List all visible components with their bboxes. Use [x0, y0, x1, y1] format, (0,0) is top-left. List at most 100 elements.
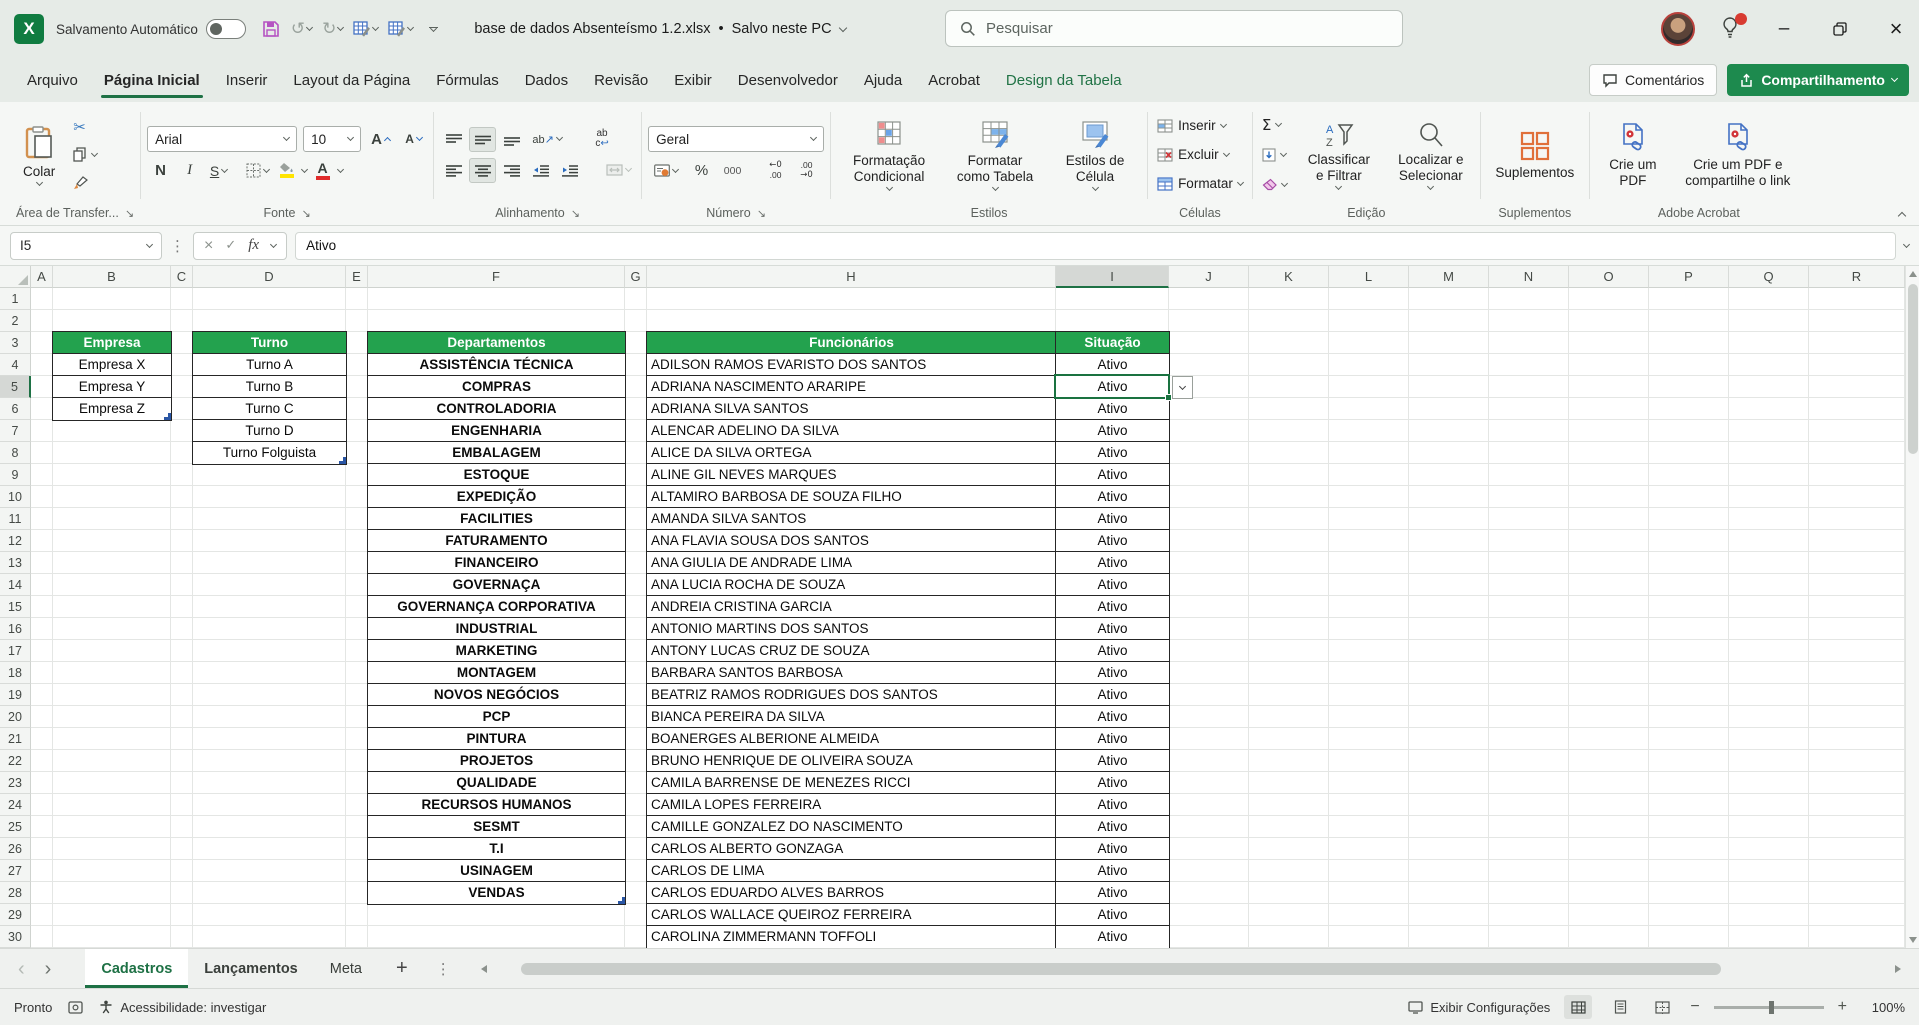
cell-dropdown-button[interactable]: [1172, 376, 1193, 399]
table-situacao-cell[interactable]: Ativo: [1056, 661, 1169, 683]
column-header-p[interactable]: P: [1649, 266, 1729, 288]
table-empresa-cell[interactable]: Empresa Z: [53, 397, 171, 419]
row-header-13[interactable]: 13: [0, 552, 31, 574]
table-departamentos-cell[interactable]: EMBALAGEM: [368, 441, 625, 463]
format-painter-button[interactable]: [70, 170, 100, 195]
row-header-29[interactable]: 29: [0, 904, 31, 926]
custom-table-tool-2-button[interactable]: [385, 14, 416, 44]
number-dialog-launcher[interactable]: ↘: [757, 207, 766, 220]
table-situacao-header[interactable]: Situação: [1056, 332, 1169, 353]
table-resize-handle[interactable]: [339, 457, 346, 464]
row-header-28[interactable]: 28: [0, 882, 31, 904]
sheet-options-button[interactable]: ⋮: [426, 960, 461, 978]
table-funcionarios-cell[interactable]: ANA LUCIA ROCHA DE SOUZA: [647, 573, 1056, 595]
table-funcionarios-cell[interactable]: CAMILA BARRENSE DE MENEZES RICCI: [647, 771, 1056, 793]
cell-styles-button[interactable]: Estilos de Célula: [1049, 117, 1141, 191]
expand-formula-bar-button[interactable]: [1903, 240, 1910, 247]
page-break-view-button[interactable]: [1648, 995, 1676, 1019]
column-header-e[interactable]: E: [346, 266, 368, 288]
format-cells-button[interactable]: Formatar: [1154, 171, 1246, 196]
accounting-format-button[interactable]: [648, 158, 684, 183]
zoom-out-button[interactable]: −: [1690, 998, 1699, 1016]
align-top-button[interactable]: [440, 127, 467, 152]
next-sheet-button[interactable]: ›: [37, 959, 60, 979]
table-funcionarios-cell[interactable]: ANTONIO MARTINS DOS SANTOS: [647, 617, 1056, 639]
align-middle-button[interactable]: [469, 127, 496, 152]
table-funcionarios-cell[interactable]: ALENCAR ADELINO DA SILVA: [647, 419, 1056, 441]
add-sheet-button[interactable]: +: [382, 957, 422, 980]
comments-button[interactable]: Comentários: [1589, 64, 1717, 96]
tab-formulas[interactable]: Fórmulas: [423, 58, 512, 102]
table-resize-handle[interactable]: [164, 413, 171, 420]
table-situacao-cell[interactable]: Ativo: [1056, 903, 1169, 925]
table-departamentos-cell[interactable]: ENGENHARIA: [368, 419, 625, 441]
table-funcionarios-cell[interactable]: ADRIANA SILVA SANTOS: [647, 397, 1056, 419]
spreadsheet-grid[interactable]: ABCDEFGHIJKLMNOPQR1234567891011121314151…: [0, 266, 1905, 948]
tab-arquivo[interactable]: Arquivo: [14, 58, 91, 102]
table-departamentos-cell[interactable]: QUALIDADE: [368, 771, 625, 793]
table-situacao-cell[interactable]: Ativo: [1056, 727, 1169, 749]
tab-inserir[interactable]: Inserir: [213, 58, 281, 102]
table-funcionarios-cell[interactable]: CARLOS WALLACE QUEIROZ FERREIRA: [647, 903, 1056, 925]
table-departamentos-cell[interactable]: FINANCEIRO: [368, 551, 625, 573]
column-header-o[interactable]: O: [1569, 266, 1649, 288]
table-funcionarios-cell[interactable]: ADRIANA NASCIMENTO ARARIPE: [647, 375, 1056, 397]
row-header-19[interactable]: 19: [0, 684, 31, 706]
table-departamentos-cell[interactable]: INDUSTRIAL: [368, 617, 625, 639]
table-situacao-cell[interactable]: Ativo: [1056, 881, 1169, 903]
align-left-button[interactable]: [440, 158, 467, 183]
increase-decimal-button[interactable]: ←0.00: [762, 158, 789, 183]
tab-dados[interactable]: Dados: [512, 58, 581, 102]
find-select-button[interactable]: Localizar e Selecionar: [1388, 118, 1474, 190]
fx-chevron-icon[interactable]: [270, 240, 277, 247]
column-header-q[interactable]: Q: [1729, 266, 1809, 288]
prev-sheet-button[interactable]: ‹: [10, 959, 33, 979]
autosum-button[interactable]: Σ: [1259, 112, 1290, 137]
table-situacao-cell[interactable]: Ativo: [1056, 639, 1169, 661]
clipboard-dialog-launcher[interactable]: ↘: [125, 207, 134, 220]
table-situacao-cell[interactable]: Ativo: [1056, 793, 1169, 815]
column-header-a[interactable]: A: [31, 266, 53, 288]
table-situacao-cell[interactable]: Ativo: [1056, 595, 1169, 617]
merge-center-button[interactable]: [601, 158, 635, 183]
row-header-11[interactable]: 11: [0, 508, 31, 530]
table-situacao-cell[interactable]: Ativo: [1056, 463, 1169, 485]
row-header-5[interactable]: 5: [0, 376, 31, 398]
table-situacao-cell[interactable]: Ativo: [1056, 815, 1169, 837]
italic-button[interactable]: I: [176, 158, 203, 183]
table-funcionarios-cell[interactable]: BARBARA SANTOS BARBOSA: [647, 661, 1056, 683]
table-funcionarios-cell[interactable]: ANA GIULIA DE ANDRADE LIMA: [647, 551, 1056, 573]
font-dialog-launcher[interactable]: ↘: [301, 207, 310, 220]
align-right-button[interactable]: [498, 158, 525, 183]
borders-button[interactable]: [244, 158, 271, 183]
table-departamentos-cell[interactable]: COMPRAS: [368, 375, 625, 397]
conditional-formatting-button[interactable]: Formatação Condicional: [837, 117, 941, 191]
font-color-chevron-icon[interactable]: [337, 165, 344, 172]
sheet-tab-cadastros[interactable]: Cadastros: [85, 949, 188, 988]
scroll-up-arrow[interactable]: [1906, 266, 1919, 282]
alignment-dialog-launcher[interactable]: ↘: [571, 207, 580, 220]
table-situacao-cell[interactable]: Ativo: [1056, 551, 1169, 573]
sort-filter-button[interactable]: AZ Classificar e Filtrar: [1296, 118, 1382, 190]
close-button[interactable]: ×: [1881, 14, 1911, 44]
excel-logo-icon[interactable]: X: [14, 14, 44, 44]
vertical-scrollbar[interactable]: [1905, 266, 1919, 948]
custom-table-tool-1-button[interactable]: [350, 14, 381, 44]
tab-layout-da-pagina[interactable]: Layout da Página: [280, 58, 423, 102]
fill-color-chevron-icon[interactable]: [301, 165, 308, 172]
percent-style-button[interactable]: %: [688, 158, 715, 183]
row-header-24[interactable]: 24: [0, 794, 31, 816]
sheet-tab-lancamentos[interactable]: Lançamentos: [188, 949, 313, 988]
table-situacao-cell[interactable]: Ativo: [1056, 573, 1169, 595]
zoom-level[interactable]: 100%: [1861, 1000, 1905, 1015]
table-situacao-cell[interactable]: Ativo: [1056, 771, 1169, 793]
zoom-in-button[interactable]: +: [1838, 998, 1847, 1016]
zoom-slider-thumb[interactable]: [1769, 1001, 1774, 1014]
row-header-26[interactable]: 26: [0, 838, 31, 860]
table-situacao-cell[interactable]: Ativo: [1056, 683, 1169, 705]
table-departamentos-cell[interactable]: RECURSOS HUMANOS: [368, 793, 625, 815]
table-departamentos-cell[interactable]: FATURAMENTO: [368, 529, 625, 551]
align-bottom-button[interactable]: [498, 127, 525, 152]
decrease-decimal-button[interactable]: .00→0: [793, 158, 820, 183]
minimize-button[interactable]: –: [1769, 14, 1799, 44]
